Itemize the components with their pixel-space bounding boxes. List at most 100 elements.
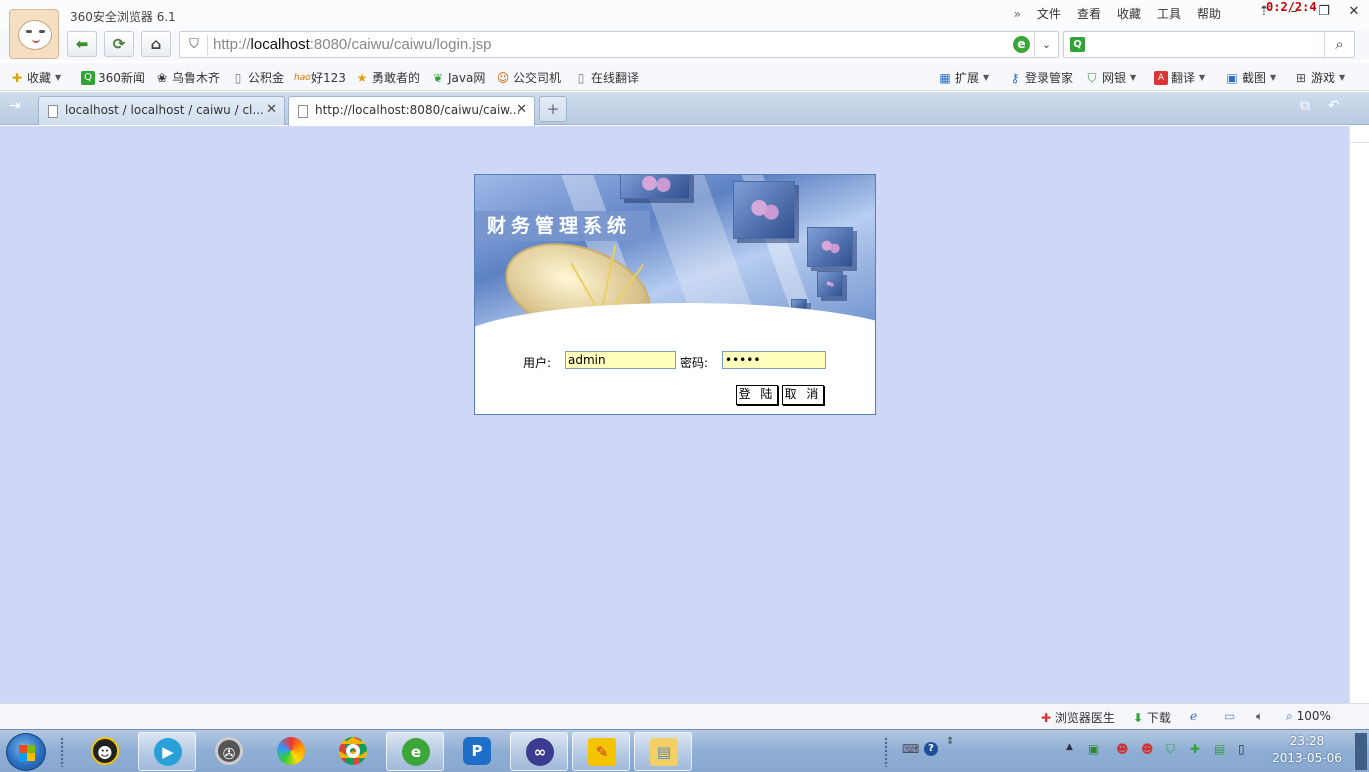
clock-date: 2013-05-06 [1272, 751, 1342, 765]
address-dropdown-icon[interactable]: ⌄ [1034, 32, 1058, 57]
security-shield-icon[interactable]: ⛉ [186, 37, 202, 53]
star-add-icon: ✚ [11, 70, 23, 85]
doctor-cross-icon: ✚ [1041, 711, 1052, 725]
volume-icon[interactable]: 🔈︎ [1256, 709, 1263, 724]
taskbar-chrome[interactable] [324, 732, 382, 771]
keyboard-icon[interactable]: ⌨ [902, 742, 919, 756]
password-input[interactable]: ••••• [722, 351, 826, 369]
menu-help[interactable]: 帮助 [1189, 6, 1229, 22]
taskbar-colorful-app[interactable] [262, 732, 320, 771]
restore-tab-icon[interactable]: ⧉ [1300, 98, 1310, 114]
taskbar-notes[interactable]: ✎ [572, 732, 630, 771]
tray-360-guard-icon[interactable]: ⛉ [1166, 742, 1175, 757]
tray-network-icon[interactable]: ▤ [1214, 742, 1225, 756]
refresh-icon: ⟳ [112, 35, 126, 53]
app-title: 360安全浏览器 6.1 [70, 10, 176, 24]
login-button[interactable]: 登 陆 [736, 385, 778, 405]
close-tab-icon[interactable]: ✕ [516, 102, 527, 117]
bookmark-bus-driver[interactable]: ☺ 公交司机 [496, 69, 561, 86]
close-tab-icon[interactable]: ✕ [266, 102, 277, 117]
bookmark-urumqi[interactable]: ❀ 乌鲁木齐 [155, 69, 220, 86]
bookmark-favorites[interactable]: ✚ 收藏 ▼ [10, 69, 61, 86]
page-icon: ▯ [234, 70, 242, 85]
bookmark-hao123[interactable]: hao 好123 [294, 69, 346, 86]
sidebar-toggle-icon[interactable]: ⇥ [9, 98, 21, 114]
taskbar-qq[interactable]: ☻ [76, 732, 134, 771]
username-label: 用户: [523, 356, 552, 370]
refresh-button[interactable]: ⟳ [104, 31, 134, 57]
language-bar-icon[interactable]: ⇕ [946, 736, 954, 747]
tray-app-icon[interactable]: ▣ [1088, 742, 1099, 756]
taskbar-eclipse[interactable]: ∞ [510, 732, 568, 771]
system-title: 财务管理系统 [475, 211, 650, 241]
password-label: 密码: [680, 356, 709, 370]
address-bar[interactable]: ⛉ http://localhost:8080/caiwu/caiwu/logi… [179, 31, 1059, 58]
browser-logo[interactable] [9, 9, 59, 59]
vertical-scrollbar[interactable] [1349, 126, 1369, 703]
tab-phpmyadmin[interactable]: localhost / localhost / caiwu / cl... ✕ [38, 96, 285, 125]
window-mode-icon[interactable]: ▭ [1224, 709, 1235, 723]
menu-view[interactable]: 查看 [1069, 6, 1109, 22]
tray-qq2-icon[interactable]: ☻ [1141, 742, 1154, 756]
login-manager[interactable]: ⚷ 登录管家 [1008, 69, 1073, 86]
zoom-control[interactable]: ⌕ 100% [1286, 709, 1331, 724]
undo-close-icon[interactable]: ↶ [1328, 98, 1340, 114]
home-button[interactable]: ⌂ [141, 31, 171, 57]
menu-file[interactable]: 文件 [1029, 6, 1069, 22]
menu-tools[interactable]: 工具 [1149, 6, 1189, 22]
menu-favorites[interactable]: 收藏 [1109, 6, 1149, 22]
download-button[interactable]: ⬇ 下载 [1133, 709, 1171, 726]
screenshot-menu[interactable]: ▣ 截图 ▼ [1225, 69, 1276, 86]
tab-label: localhost / localhost / caiwu / cl... [65, 103, 264, 117]
browser-doctor[interactable]: ✚ 浏览器医生 [1041, 709, 1115, 726]
smile-icon: ☺ [496, 70, 510, 85]
login-banner-image: 财务管理系统 [475, 175, 875, 335]
timer-overlay: 0:2/2:4 [1266, 0, 1317, 14]
tray-plus-icon[interactable]: ✚ [1190, 742, 1200, 756]
ie-mode-icon[interactable]: ℯ [1190, 709, 1197, 723]
search-icon[interactable]: ⌕ [1324, 32, 1354, 57]
extensions-menu[interactable]: ▦ 扩展 ▼ [938, 69, 989, 86]
windows-taskbar: ☻ ▶ ✇ e P ∞ ✎ ▤ ⌨ ? ⇕ ▲ ▣ ☻ ☻ ⛉ ✚ ▤ ▯ [0, 729, 1369, 772]
back-arrow-icon: ⬅ [75, 35, 89, 53]
taskbar-360-browser[interactable]: e [386, 732, 444, 771]
tray-expand-icon[interactable]: ▲ [1066, 742, 1073, 752]
bookmark-housing-fund[interactable]: ▯ 公积金 [231, 69, 284, 86]
new-tab-button[interactable]: + [539, 96, 567, 122]
taskbar-clock[interactable]: 23:28 2013-05-06 [1272, 733, 1342, 767]
menu-more-icon[interactable]: » [1006, 6, 1029, 22]
tab-login[interactable]: http://localhost:8080/caiwu/caiw... ✕ [288, 96, 535, 126]
scrollbar-thumb[interactable] [1350, 142, 1369, 703]
taskbar-media-player[interactable]: ▶ [138, 732, 196, 771]
close-button[interactable]: ✕ [1339, 0, 1369, 24]
translate-menu[interactable]: A 翻译 ▼ [1154, 69, 1205, 86]
bookmark-360news[interactable]: Q 360新闻 [81, 69, 145, 86]
online-banking-menu[interactable]: ⛉ 网银 ▼ [1085, 69, 1136, 86]
cancel-button[interactable]: 取 消 [782, 385, 824, 405]
bookmark-java[interactable]: ❦ Java网 [431, 69, 485, 86]
paw-icon: ❀ [156, 70, 168, 85]
bookmark-translate[interactable]: ▯ 在线翻译 [574, 69, 639, 86]
screenshot-icon: ▣ [1226, 70, 1238, 85]
search-engine-icon[interactable]: Q [1070, 37, 1085, 52]
start-button[interactable] [6, 733, 46, 771]
username-input[interactable]: admin [565, 351, 676, 369]
search-box[interactable]: Q ⌕ [1063, 31, 1355, 58]
tray-qq-icon[interactable]: ☻ [1116, 742, 1129, 756]
back-button[interactable]: ⬅ [67, 31, 97, 57]
help-icon[interactable]: ? [924, 742, 938, 756]
show-desktop-button[interactable] [1354, 733, 1367, 770]
taskbar-explorer[interactable]: ▤ [634, 732, 692, 771]
shield-icon: ⛉ [1087, 70, 1097, 85]
taskbar-video[interactable]: ✇ [200, 732, 258, 771]
bookmarks-bar: ✚ 收藏 ▼ Q 360新闻 ❀ 乌鲁木齐 ▯ 公积金 hao 好123 ★ 勇敢者的 ❦ Ja… [0, 63, 1369, 91]
ie-compat-icon[interactable]: e [1013, 36, 1030, 53]
games-menu[interactable]: ⊞ 游戏 ▼ [1294, 69, 1345, 86]
taskbar-pp-player[interactable]: P [448, 732, 506, 771]
zoom-magnifier-icon: ⌕ [1286, 709, 1293, 723]
hao-icon: hao [294, 72, 311, 83]
address-url[interactable]: http://localhost:8080/caiwu/caiwu/login.… [213, 36, 492, 53]
tray-device-icon[interactable]: ▯ [1238, 742, 1245, 756]
bookmark-brave[interactable]: ★ 勇敢者的 [355, 69, 420, 86]
grid-icon: ▦ [939, 70, 951, 85]
